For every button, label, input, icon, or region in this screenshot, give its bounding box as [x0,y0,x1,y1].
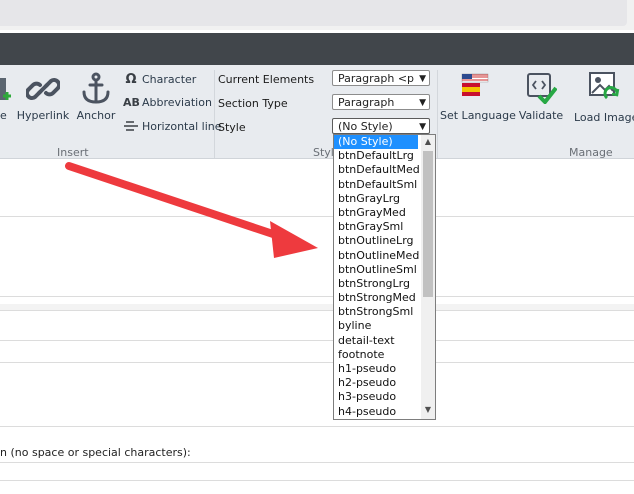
style-option[interactable]: btnGrayMed [334,206,418,220]
style-option[interactable]: btnStrongSml [334,305,418,319]
current-elements-value: Paragraph <p [338,72,415,85]
editor-header-bar [0,33,634,65]
style-option[interactable]: footnote [334,348,418,362]
hyperlink-button[interactable]: Hyperlink [16,70,70,130]
cut-off-button-label: e [0,109,7,122]
character-button[interactable]: Ω Character [123,72,196,87]
style-option[interactable]: btnDefaultMed [334,163,420,177]
set-language-label: Set Language [440,109,516,122]
set-language-button[interactable]: Set Language [440,70,516,130]
character-label: Character [142,73,197,86]
add-icon [0,78,11,100]
style-option[interactable]: btnStrongLrg [334,277,418,291]
load-images-icon [589,72,620,100]
link-icon [26,78,60,100]
validate-label: Validate [518,109,564,122]
anchor-label: Anchor [76,109,116,122]
style-option[interactable]: btnStrongMed [334,291,418,305]
section-type-value: Paragraph [338,96,395,109]
style-option[interactable]: btnDefaultLrg [334,149,418,163]
top-field [0,0,627,26]
group-separator [214,70,215,158]
field-hint: n (no space or special characters): [0,446,191,459]
style-option[interactable]: btnDefaultSml [334,178,418,192]
style-dropdown-list[interactable]: (No Style) btnDefaultLrg btnDefaultMed btnD… [333,134,436,420]
load-images-label: Load Images [574,111,634,124]
hyperlink-label: Hyperlink [16,109,70,122]
abbreviation-icon: AB [123,96,140,109]
abbreviation-button[interactable]: AB Abbreviation [123,96,212,109]
dropdown-scrollbar[interactable]: ▲ ▼ [421,135,435,419]
style-option[interactable]: btnOutlineMed [334,249,419,263]
anchor-icon [82,72,110,104]
chevron-down-icon: ▼ [419,122,426,132]
chevron-down-icon: ▼ [419,74,426,84]
cut-off-button[interactable]: e [0,70,12,130]
style-value: (No Style) [338,120,393,133]
horizontal-line-button[interactable]: Horizontal line [123,120,222,133]
top-strip [0,0,634,30]
current-elements-label: Current Elements [218,73,315,86]
style-select[interactable]: (No Style) ▼ [332,118,430,134]
abbreviation-label: Abbreviation [142,96,212,109]
validate-button[interactable]: Validate [516,70,566,130]
flag-icon [461,73,489,96]
horizontal-line-label: Horizontal line [142,120,222,133]
style-options: (No Style) btnDefaultLrg btnDefaultMed btnD… [334,135,435,419]
style-label: Style [218,121,246,134]
section-type-label: Section Type [218,97,288,110]
style-option[interactable]: detail-text [334,334,418,348]
style-option[interactable]: h3-pseudo [334,390,418,404]
manage-group-label: Manage [569,146,613,159]
omega-icon: Ω [125,72,137,87]
validate-icon [527,73,557,104]
style-option[interactable]: h2-pseudo [334,376,418,390]
group-separator [437,70,438,158]
style-option[interactable]: (No Style) [334,135,418,150]
style-option[interactable]: h4-pseudo [334,405,418,419]
scroll-up-icon[interactable]: ▲ [421,137,435,146]
scroll-thumb[interactable] [423,151,433,297]
section-type-select[interactable]: Paragraph ▼ [332,94,430,110]
style-option[interactable]: btnOutlineLrg [334,234,418,248]
style-group-label: Styl [313,146,334,159]
style-option[interactable]: h1-pseudo [334,362,418,376]
anchor-button[interactable]: Anchor [74,70,118,130]
style-option[interactable]: btnOutlineSml [334,263,418,277]
current-elements-select[interactable]: Paragraph <p ▼ [332,70,430,86]
style-option[interactable]: byline [334,319,418,333]
load-images-button[interactable]: Load Images [571,70,634,130]
horizontal-line-icon [124,121,138,131]
insert-group-label: Insert [57,146,89,159]
chevron-down-icon: ▼ [419,98,426,108]
style-option[interactable]: btnGrayLrg [334,192,418,206]
scroll-down-icon[interactable]: ▼ [421,405,435,414]
style-option[interactable]: btnGraySml [334,220,418,234]
